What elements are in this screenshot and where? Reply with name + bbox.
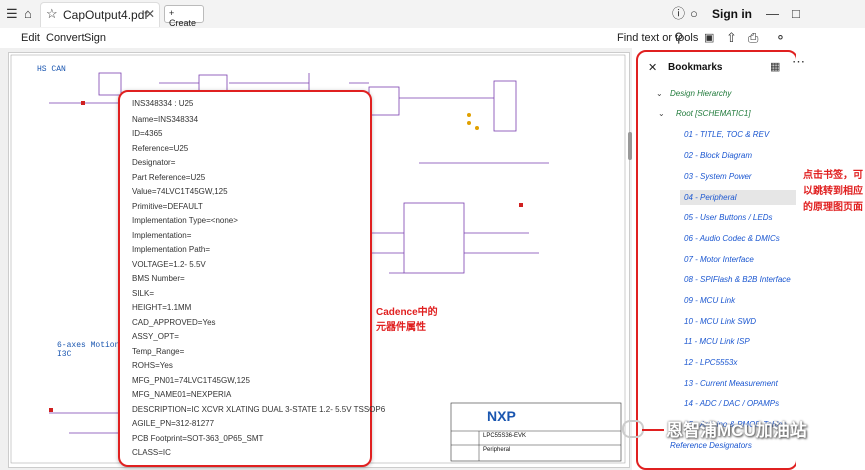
prop-header: INS348334 : U25	[132, 99, 194, 108]
bookmark-item[interactable]: 13 - Current Measurement	[684, 379, 778, 388]
prop-line: CLASS=IC	[132, 448, 171, 457]
prop-line: SILK=	[132, 289, 155, 298]
bookmark-item[interactable]: 01 - TITLE, TOC & REV	[684, 130, 769, 139]
bookmark-reference-designators[interactable]: Reference Designators	[670, 441, 752, 450]
sidebar-toggle-icon[interactable]: ☰	[6, 6, 18, 22]
chevron-down-icon[interactable]: ⌄	[656, 89, 663, 98]
upload-icon[interactable]: ⇧	[726, 30, 737, 46]
tab-title: CapOutput4.pdf	[63, 8, 148, 22]
annotation-props: Cadence中的元器件属性	[376, 307, 438, 333]
prop-line: ROHS=Yes	[132, 361, 173, 370]
find-text-tools[interactable]: Find text or tools	[617, 32, 698, 44]
prop-line: Part Reference=U25	[132, 173, 206, 182]
prop-line: ASSY_OPT=	[132, 332, 179, 341]
prop-line: BMS Number=	[132, 274, 185, 283]
menu-edit[interactable]: Edit	[21, 32, 40, 44]
prop-line: ID=4365	[132, 129, 163, 138]
browser-tab-bar: ☰ ⌂ ☆ CapOutput4.pdf ✕ + Create ⓘ ○ Sign…	[0, 0, 865, 29]
more-options-icon[interactable]: ⋯	[792, 54, 805, 70]
bookmark-item[interactable]: 02 - Block Diagram	[684, 151, 752, 160]
bookmark-item[interactable]: 11 - MCU Link ISP	[684, 337, 750, 346]
sign-in-button[interactable]: Sign in	[712, 7, 752, 21]
prop-line: HEIGHT=1.1MM	[132, 303, 192, 312]
board-name: LPC55S36-EVK	[483, 433, 527, 439]
prop-line: Temp_Range=	[132, 347, 185, 356]
bookmark-design-hierarchy[interactable]: Design Hierarchy	[670, 89, 731, 98]
create-button[interactable]: + Create	[164, 5, 204, 28]
bookmark-item[interactable]: 05 - User Buttons / LEDs	[684, 213, 772, 222]
scrollbar-thumb[interactable]	[628, 132, 632, 160]
bookmark-item[interactable]: 03 - System Power	[684, 172, 752, 181]
prop-line: MFG_PN01=74LVC1T45GW,125	[132, 376, 250, 385]
prop-line: AGILE_PN=312-81277	[132, 419, 215, 428]
bookmark-item[interactable]: 08 - SPIFlash & B2B Interface	[684, 275, 791, 284]
sheet-name: Peripheral	[483, 447, 511, 453]
maximize-icon[interactable]: □	[792, 6, 800, 22]
prop-line: Implementation=	[132, 231, 192, 240]
home-icon[interactable]: ⌂	[24, 6, 32, 22]
bookmark-item[interactable]: 10 - MCU Link SWD	[684, 317, 756, 326]
prop-line: PCB Footprint=SOT-363_0P65_SMT	[132, 434, 264, 443]
chevron-down-icon[interactable]: ⌄	[658, 109, 665, 118]
create-label: + Create	[169, 8, 197, 28]
component-properties-popup: INS348334 : U25 Name=INS348334 ID=4365 R…	[118, 90, 385, 467]
prop-line: Value=74LVC1T45GW,125	[132, 187, 228, 196]
annotation-bookmarks: 点击书签，可以跳转到相应的原理图页面	[803, 170, 863, 213]
watermark-text: 恩智浦MCU加油站	[666, 421, 807, 440]
prop-line: VOLTAGE=1.2- 5.5V	[132, 260, 206, 269]
minimize-icon[interactable]: —	[766, 6, 779, 22]
share-icon[interactable]: ⚬	[775, 30, 786, 46]
right-margin	[796, 48, 865, 470]
menu-sign[interactable]: Sign	[84, 32, 106, 44]
bookmarks-title: Bookmarks	[668, 62, 723, 73]
prop-line: Reference=U25	[132, 144, 189, 153]
watermark-dash	[642, 429, 664, 431]
print-icon[interactable]: ⎙	[748, 30, 758, 46]
help-icon[interactable]: ⓘ	[672, 6, 685, 22]
prop-line: DESCRIPTION=IC XCVR XLATING DUAL 3-STATE…	[132, 405, 386, 414]
menu-convert[interactable]: Convert	[46, 32, 85, 44]
close-tab-icon[interactable]: ✕	[145, 7, 155, 21]
prop-line: CAD_APPROVED=Yes	[132, 318, 216, 327]
tab-capoutput4[interactable]: ☆ CapOutput4.pdf ✕	[40, 2, 160, 27]
bookmark-options-icon[interactable]: ▦	[770, 60, 780, 73]
bookmark-item[interactable]: 14 - ADC / DAC / OPAMPs	[684, 399, 779, 408]
bookmark-root[interactable]: Root [SCHEMATIC1]	[676, 109, 751, 118]
bookmark-item[interactable]: 06 - Audio Codec & DMICs	[684, 234, 780, 243]
bookmark-item-selected[interactable]: 04 - Peripheral	[680, 190, 796, 205]
prop-line: Implementation Type=<none>	[132, 216, 238, 225]
star-icon[interactable]: ☆	[46, 6, 58, 22]
bookmarks-panel: ✕ Bookmarks ▦ ⌄ Design Hierarchy ⌄ Root …	[636, 50, 798, 470]
bookmark-item[interactable]: 07 - Motor Interface	[684, 255, 754, 264]
bookmark-item[interactable]: 09 - MCU Link	[684, 296, 735, 305]
prop-line: Designator=	[132, 158, 176, 167]
prop-line: Primitive=DEFAULT	[132, 202, 203, 211]
bookmark-item[interactable]: 12 - LPC5553x	[684, 358, 737, 367]
save-icon[interactable]: ▣	[704, 30, 714, 46]
prop-line: MFG_NAME01=NEXPERIA	[132, 390, 232, 399]
prop-line: Implementation Path=	[132, 245, 211, 254]
search-icon[interactable]: ⚲	[674, 30, 684, 46]
wechat-icon	[622, 420, 644, 438]
nxp-logo: NXP	[487, 408, 516, 424]
close-icon[interactable]: ✕	[648, 61, 657, 74]
notifications-icon[interactable]: ○	[690, 6, 698, 22]
prop-line: Name=INS348334	[132, 115, 199, 124]
